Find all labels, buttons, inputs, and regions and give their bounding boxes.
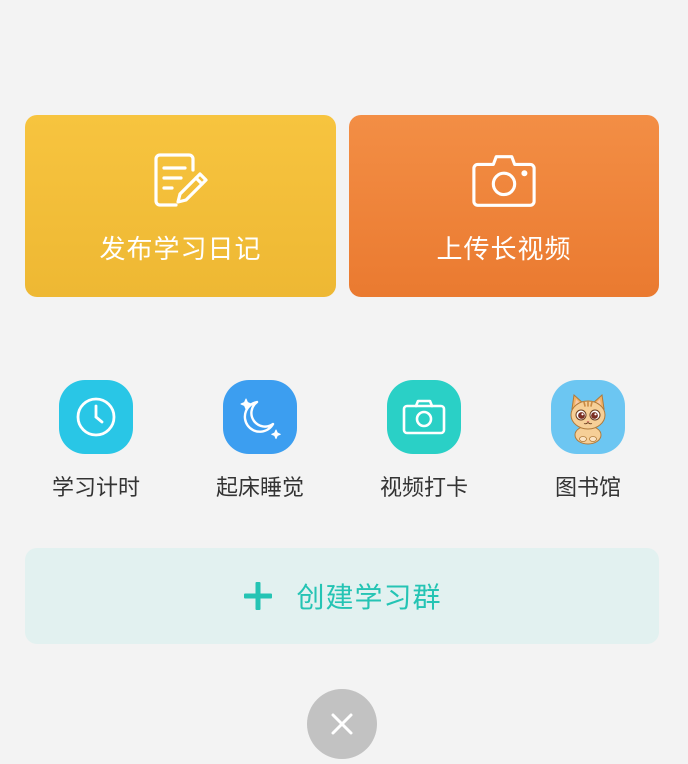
library-label: 图书馆 xyxy=(554,476,621,501)
wake-sleep-label: 起床睡觉 xyxy=(215,476,304,501)
plus-icon xyxy=(244,582,273,610)
create-study-group-label: 创建学习群 xyxy=(296,581,442,614)
study-timer-button[interactable]: 学习计时 xyxy=(36,380,156,502)
wake-sleep-button[interactable]: 起床睡觉 xyxy=(200,380,320,502)
quick-actions-row: 学习计时 起床睡觉 视频打卡 图书馆 xyxy=(0,380,688,510)
study-timer-label: 学习计时 xyxy=(51,476,140,501)
cat-avatar-icon xyxy=(551,380,625,454)
publish-diary-card[interactable]: 发布学习日记 xyxy=(25,115,336,297)
clock-icon xyxy=(59,380,133,454)
publish-diary-label: 发布学习日记 xyxy=(99,235,262,265)
moon-stars-icon xyxy=(223,380,297,454)
video-checkin-label: 视频打卡 xyxy=(379,476,468,501)
upload-video-label: 上传长视频 xyxy=(436,235,572,265)
close-button[interactable] xyxy=(307,689,377,759)
edit-note-icon xyxy=(147,147,215,215)
close-icon xyxy=(331,713,353,735)
upload-video-card[interactable]: 上传长视频 xyxy=(349,115,659,297)
create-study-group-button[interactable]: 创建学习群 xyxy=(25,548,659,644)
video-checkin-button[interactable]: 视频打卡 xyxy=(364,380,484,502)
camera-icon xyxy=(387,380,461,454)
library-button[interactable]: 图书馆 xyxy=(528,380,648,502)
camera-icon xyxy=(470,147,538,215)
